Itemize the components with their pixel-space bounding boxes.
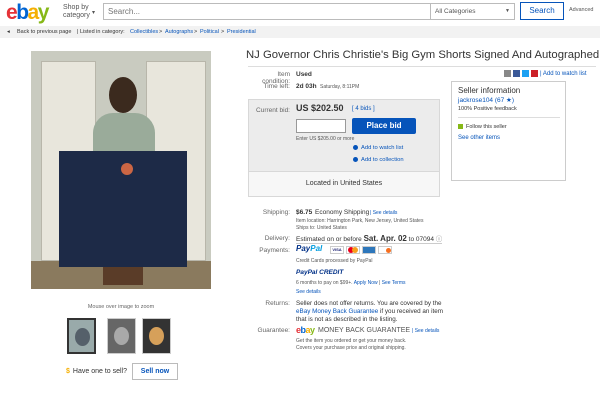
back-arrow-icon[interactable]: ◂	[7, 29, 10, 35]
see-terms-link[interactable]: See Terms	[382, 280, 406, 286]
advanced-search-link[interactable]: Advanced	[569, 7, 593, 13]
have-one-to-sell: $ Have one to sell?	[66, 368, 127, 375]
zoom-hint: Mouse over image to zoom	[87, 304, 155, 310]
shipping-see-details[interactable]: | See details	[370, 210, 397, 216]
email-icon[interactable]	[504, 70, 511, 77]
plus-icon	[353, 157, 358, 162]
ships-to: Ships to: United States	[296, 225, 347, 231]
seller-name-link[interactable]: jackrose104 (67 ★)	[458, 96, 514, 104]
current-bid-value: US $202.50	[296, 103, 344, 113]
back-to-previous-link[interactable]: Back to previous page	[17, 29, 71, 35]
twitter-icon[interactable]	[522, 70, 529, 77]
amex-icon	[362, 246, 376, 254]
current-bid-label: Current bid:	[256, 107, 290, 114]
breadcrumb-item-presidential[interactable]: Presidential	[227, 29, 256, 35]
listed-in-label: | Listed in category:	[77, 29, 125, 35]
dollar-icon: $	[66, 368, 70, 375]
time-left-detail: Saturday, 8:11PM	[320, 84, 360, 90]
money-back-guarantee-link[interactable]: eBay Money Back Guarantee	[296, 308, 378, 315]
sell-now-button[interactable]: Sell now	[132, 363, 178, 380]
shop-by-category[interactable]: Shop by category	[63, 4, 90, 20]
shipping-method: Economy Shipping	[315, 209, 370, 216]
search-button[interactable]: Search	[520, 2, 564, 20]
follow-icon	[458, 124, 463, 130]
delivery-estimate: Estimated on or before Sat. Apr. 02 to 0…	[296, 234, 443, 244]
time-left-value: 2d 03h	[296, 83, 317, 90]
shipping-cost: $6.75	[296, 209, 313, 216]
breadcrumb-item-autographs[interactable]: Autographs	[165, 29, 193, 35]
credit-note: 6 months to pay on $99+. Apply Now | See…	[296, 280, 406, 286]
search-input[interactable]	[103, 3, 431, 20]
eye-icon	[353, 145, 358, 150]
paypal-credit-logo: PayPal CREDIT	[296, 269, 344, 276]
mastercard-icon	[346, 246, 360, 254]
guarantee-see-details[interactable]: | See details	[412, 328, 439, 334]
share-row: | Add to watch list	[504, 70, 587, 77]
thumbnail-3[interactable]	[142, 318, 171, 354]
info-icon[interactable]: ⓘ	[436, 236, 443, 243]
paypal-note: Credit Cards processed by PayPal	[296, 258, 373, 264]
seller-feedback: 100% Positive feedback	[458, 106, 517, 112]
thumbnail-2[interactable]	[107, 318, 136, 354]
payments-label: Payments:	[259, 247, 290, 254]
returns-label: Returns:	[265, 300, 290, 307]
add-to-watch-list-button[interactable]: Add to watch list	[353, 145, 403, 151]
item-location-detail: Item location: Harrington Park, New Jers…	[296, 218, 424, 224]
bid-count-link[interactable]: [ 4 bids ]	[352, 106, 375, 112]
place-bid-button[interactable]: Place bid	[352, 118, 416, 134]
guarantee-label: Guarantee:	[257, 327, 290, 334]
add-to-collection-button[interactable]: Add to collection	[353, 157, 404, 163]
pinterest-icon[interactable]	[531, 70, 538, 77]
condition-value: Used	[296, 71, 312, 78]
bid-amount-input[interactable]	[296, 119, 346, 133]
bid-note: Enter US $205.00 or more	[296, 136, 355, 142]
seller-info-title: Seller information	[458, 86, 521, 95]
see-other-items-link[interactable]: See other items	[458, 135, 500, 141]
item-location: Located in United States	[248, 171, 440, 197]
visa-icon: VISA	[330, 246, 344, 254]
chevron-down-icon[interactable]: ▾	[92, 9, 95, 16]
paypal-logo: PayPal	[296, 244, 323, 253]
ebay-guarantee-logo: ebay	[296, 325, 315, 335]
returns-policy: Seller does not offer returns. You are c…	[296, 300, 444, 323]
apply-now-link[interactable]: Apply Now	[354, 280, 378, 286]
ebay-logo[interactable]: ebay	[6, 1, 49, 25]
share-add-to-watch-list[interactable]: | Add to watch list	[540, 71, 587, 77]
breadcrumb-item-political[interactable]: Political	[200, 29, 219, 35]
category-select[interactable]: All Categories ▼	[431, 3, 515, 20]
breadcrumb: ◂ Back to previous page | Listed in cate…	[0, 26, 600, 38]
shipping-label: Shipping:	[262, 209, 290, 216]
thumbnail-1[interactable]	[67, 318, 96, 354]
follow-seller-button[interactable]: Follow this seller	[458, 124, 507, 130]
time-left-label: Time left:	[263, 83, 291, 90]
item-main-image[interactable]	[31, 51, 211, 289]
item-title: NJ Governor Chris Christie's Big Gym Sho…	[246, 49, 600, 61]
payments-see-details[interactable]: See details	[296, 289, 321, 295]
header: ebay Shop bycategory ▾ All Categories▼ S…	[0, 0, 600, 26]
facebook-icon[interactable]	[513, 70, 520, 77]
breadcrumb-item-collectibles[interactable]: Collectibles	[130, 29, 158, 35]
guarantee-line-2: Covers your purchase price and original …	[296, 345, 406, 351]
money-back-guarantee-text: MONEY BACK GUARANTEE	[318, 327, 411, 334]
discover-icon	[378, 246, 392, 254]
chevron-down-icon: ▼	[505, 8, 510, 14]
delivery-label: Delivery:	[264, 235, 290, 242]
guarantee-line-1: Get the item you ordered or get your mon…	[296, 338, 407, 344]
